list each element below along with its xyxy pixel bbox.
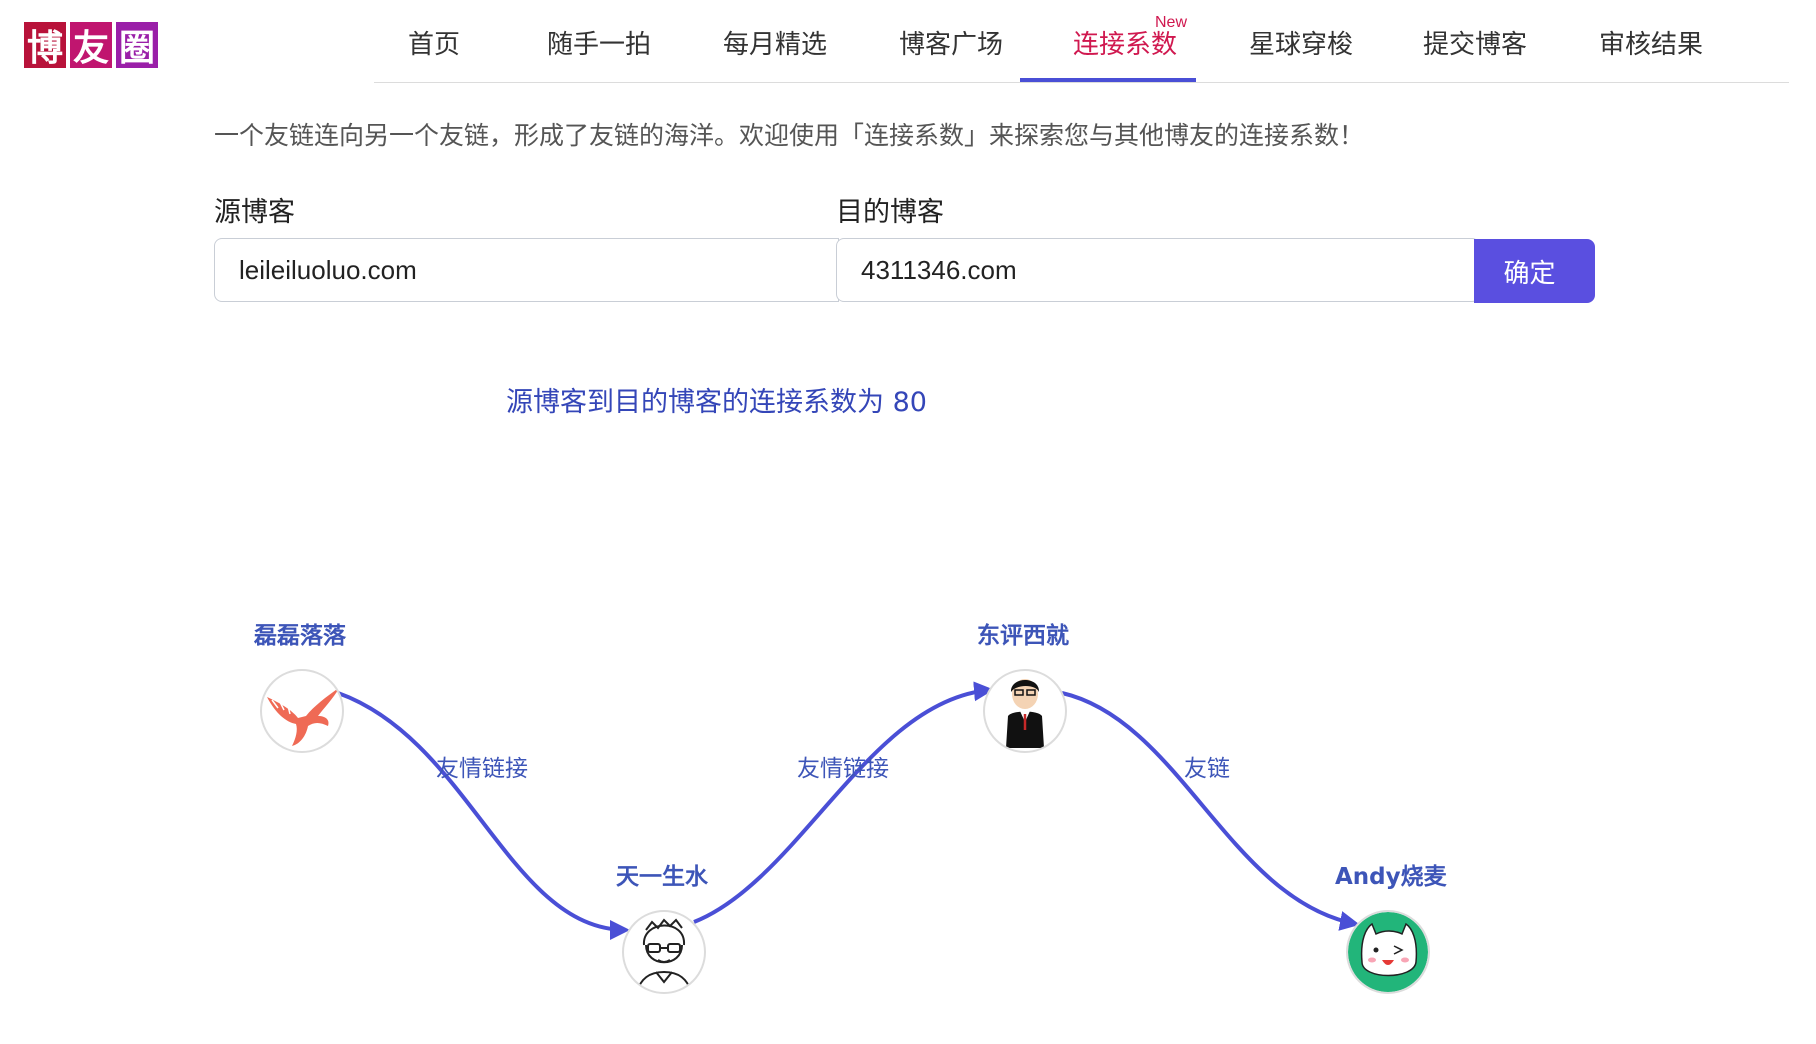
cat-icon: [1348, 912, 1428, 992]
graph-edge: [337, 691, 630, 940]
node-avatar-b[interactable]: [622, 910, 706, 995]
node-name: 天一生水: [616, 864, 709, 890]
node-avatar-c[interactable]: [983, 669, 1067, 753]
node-avatar-a[interactable]: [260, 669, 344, 753]
edge-label: 友情链接: [797, 756, 889, 782]
edge-label: 友链: [1184, 756, 1230, 782]
node-name: Andy烧麦: [1335, 864, 1448, 890]
connection-graph: 友情链接 友情链接 友链 磊磊落落 天一生水 东评西就 Andy烧麦: [253, 622, 1448, 995]
graph-edge: [1061, 691, 1360, 931]
page: 博 友 圈 首页 随手一拍 每月精选 博客广场 连接系数 星球穿梭 提交博客 审…: [0, 0, 1816, 1044]
graph-edge: [693, 681, 994, 924]
node-name: 东评西就: [977, 622, 1069, 649]
suit-man-icon: [1006, 679, 1044, 748]
node-name: 磊磊落落: [253, 623, 347, 649]
node-avatar-d[interactable]: [1346, 910, 1430, 994]
edge-label: 友情链接: [436, 756, 528, 782]
